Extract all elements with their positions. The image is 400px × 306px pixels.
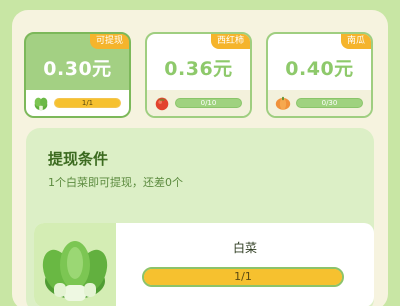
reward-progress-area: 0/30 (268, 90, 371, 116)
reward-progress-area: 1/1 (26, 90, 129, 116)
reward-progress-bar: 0/10 (175, 98, 242, 108)
withdraw-condition-section: 提现条件 1个白菜即可提现，还差0个 白菜 1/1 (26, 128, 374, 306)
reward-card-tomato[interactable]: 西红柿 0.36元 0/10 (145, 32, 252, 118)
reward-progress-bar: 1/1 (54, 98, 121, 108)
reward-progress-area: 0/10 (147, 90, 250, 116)
tomato-icon (155, 97, 169, 111)
reward-progress-bar: 0/30 (296, 98, 363, 108)
condition-title: 提现条件 (48, 150, 109, 168)
reward-card-pumpkin[interactable]: 南瓜 0.40元 0/30 (266, 32, 373, 118)
task-progress-text: 1/1 (234, 270, 252, 283)
task-row-cabbage[interactable]: 白菜 1/1 (34, 223, 374, 306)
reward-amount: 0.30元 (43, 58, 112, 80)
reward-tag: 南瓜 (340, 34, 371, 49)
reward-tag: 可提现 (89, 34, 129, 49)
task-name: 白菜 (232, 241, 257, 255)
cabbage-icon (34, 97, 48, 111)
pumpkin-icon (275, 96, 291, 110)
task-thumbnail (34, 223, 116, 306)
reward-progress-text: 0/30 (321, 99, 338, 107)
reward-tag: 西红柿 (210, 34, 250, 49)
reward-progress-text: 0/10 (200, 99, 217, 107)
cabbage-icon (42, 241, 108, 301)
reward-card-cabbage[interactable]: 可提现 0.30元 1/1 (24, 32, 131, 118)
task-progress-bar: 1/1 (142, 267, 344, 287)
reward-progress-text: 1/1 (81, 99, 94, 107)
reward-amount: 0.36元 (164, 58, 233, 80)
condition-description: 1个白菜即可提现，还差0个 (48, 176, 183, 189)
reward-amount: 0.40元 (285, 58, 354, 80)
